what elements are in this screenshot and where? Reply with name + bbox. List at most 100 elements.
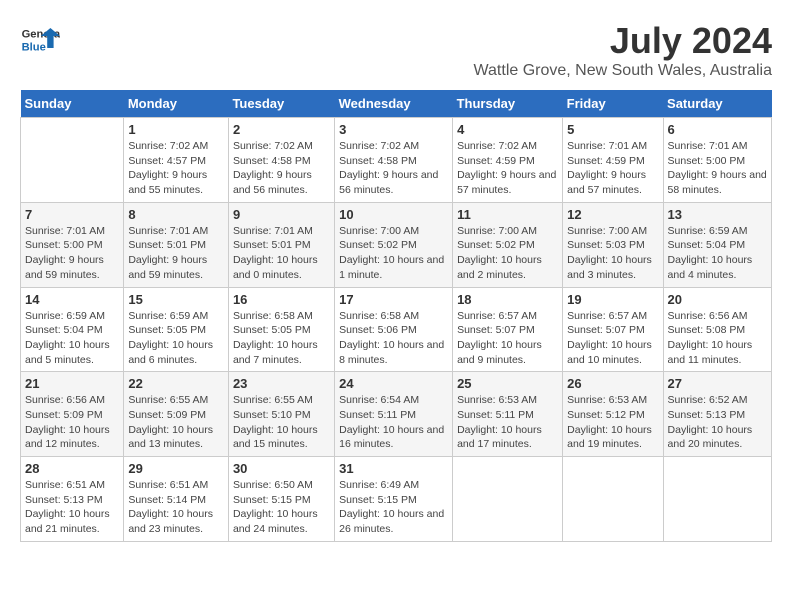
cell-info: Sunrise: 7:01 AMSunset: 4:59 PMDaylight:… [567, 139, 658, 198]
sunset: Sunset: 5:15 PM [339, 493, 448, 508]
day-number: 9 [233, 207, 330, 222]
daylight: Daylight: 10 hours and 5 minutes. [25, 338, 119, 367]
day-number: 3 [339, 122, 448, 137]
sunset: Sunset: 5:08 PM [668, 323, 767, 338]
header: General Blue July 2024 Wattle Grove, New… [20, 20, 772, 80]
header-sunday: Sunday [21, 90, 124, 118]
cell-info: Sunrise: 7:00 AMSunset: 5:02 PMDaylight:… [339, 224, 448, 283]
calendar-cell: 28Sunrise: 6:51 AMSunset: 5:13 PMDayligh… [21, 457, 124, 542]
daylight: Daylight: 9 hours and 55 minutes. [128, 168, 224, 197]
cell-info: Sunrise: 7:02 AMSunset: 4:59 PMDaylight:… [457, 139, 558, 198]
cell-info: Sunrise: 7:02 AMSunset: 4:58 PMDaylight:… [233, 139, 330, 198]
day-number: 23 [233, 376, 330, 391]
cell-info: Sunrise: 6:53 AMSunset: 5:11 PMDaylight:… [457, 393, 558, 452]
day-number: 24 [339, 376, 448, 391]
sunrise: Sunrise: 7:02 AM [128, 139, 224, 154]
sunrise: Sunrise: 7:00 AM [457, 224, 558, 239]
sunset: Sunset: 5:09 PM [25, 408, 119, 423]
sunset: Sunset: 5:07 PM [457, 323, 558, 338]
cell-info: Sunrise: 7:01 AMSunset: 5:00 PMDaylight:… [668, 139, 767, 198]
day-number: 5 [567, 122, 658, 137]
sunset: Sunset: 5:15 PM [233, 493, 330, 508]
daylight: Daylight: 10 hours and 10 minutes. [567, 338, 658, 367]
calendar-cell: 16Sunrise: 6:58 AMSunset: 5:05 PMDayligh… [228, 287, 334, 372]
day-number: 31 [339, 461, 448, 476]
daylight: Daylight: 10 hours and 26 minutes. [339, 507, 448, 536]
calendar-cell: 27Sunrise: 6:52 AMSunset: 5:13 PMDayligh… [663, 372, 771, 457]
cell-info: Sunrise: 6:59 AMSunset: 5:04 PMDaylight:… [668, 224, 767, 283]
cell-info: Sunrise: 6:57 AMSunset: 5:07 PMDaylight:… [567, 309, 658, 368]
cell-info: Sunrise: 7:01 AMSunset: 5:01 PMDaylight:… [128, 224, 224, 283]
calendar-cell [663, 457, 771, 542]
cell-info: Sunrise: 6:55 AMSunset: 5:10 PMDaylight:… [233, 393, 330, 452]
cell-info: Sunrise: 6:56 AMSunset: 5:09 PMDaylight:… [25, 393, 119, 452]
daylight: Daylight: 10 hours and 8 minutes. [339, 338, 448, 367]
daylight: Daylight: 10 hours and 19 minutes. [567, 423, 658, 452]
daylight: Daylight: 9 hours and 56 minutes. [233, 168, 330, 197]
cell-info: Sunrise: 6:51 AMSunset: 5:13 PMDaylight:… [25, 478, 119, 537]
daylight: Daylight: 9 hours and 59 minutes. [128, 253, 224, 282]
daylight: Daylight: 10 hours and 16 minutes. [339, 423, 448, 452]
sunrise: Sunrise: 6:51 AM [25, 478, 119, 493]
daylight: Daylight: 10 hours and 12 minutes. [25, 423, 119, 452]
calendar-body: 1Sunrise: 7:02 AMSunset: 4:57 PMDaylight… [21, 118, 772, 542]
day-number: 16 [233, 292, 330, 307]
daylight: Daylight: 9 hours and 56 minutes. [339, 168, 448, 197]
sunrise: Sunrise: 6:50 AM [233, 478, 330, 493]
sunset: Sunset: 4:58 PM [233, 154, 330, 169]
sunset: Sunset: 5:00 PM [668, 154, 767, 169]
cell-info: Sunrise: 6:59 AMSunset: 5:04 PMDaylight:… [25, 309, 119, 368]
day-number: 19 [567, 292, 658, 307]
day-number: 18 [457, 292, 558, 307]
day-number: 6 [668, 122, 767, 137]
sunset: Sunset: 5:11 PM [457, 408, 558, 423]
day-number: 29 [128, 461, 224, 476]
sunset: Sunset: 5:01 PM [128, 238, 224, 253]
calendar-cell: 20Sunrise: 6:56 AMSunset: 5:08 PMDayligh… [663, 287, 771, 372]
calendar-cell: 6 Sunrise: 7:01 AMSunset: 5:00 PMDaylight… [663, 118, 771, 203]
sunset: Sunset: 5:06 PM [339, 323, 448, 338]
header-thursday: Thursday [453, 90, 563, 118]
sunset: Sunset: 5:12 PM [567, 408, 658, 423]
calendar-cell: 11Sunrise: 7:00 AMSunset: 5:02 PMDayligh… [453, 202, 563, 287]
sunrise: Sunrise: 6:55 AM [128, 393, 224, 408]
sunset: Sunset: 5:14 PM [128, 493, 224, 508]
week-row-0: 1Sunrise: 7:02 AMSunset: 4:57 PMDaylight… [21, 118, 772, 203]
week-row-4: 28Sunrise: 6:51 AMSunset: 5:13 PMDayligh… [21, 457, 772, 542]
sunrise: Sunrise: 6:58 AM [233, 309, 330, 324]
sunset: Sunset: 5:02 PM [339, 238, 448, 253]
day-number: 15 [128, 292, 224, 307]
day-number: 27 [668, 376, 767, 391]
sunset: Sunset: 5:01 PM [233, 238, 330, 253]
day-number: 25 [457, 376, 558, 391]
calendar-cell: 30Sunrise: 6:50 AMSunset: 5:15 PMDayligh… [228, 457, 334, 542]
cell-info: Sunrise: 6:58 AMSunset: 5:06 PMDaylight:… [339, 309, 448, 368]
daylight: Daylight: 10 hours and 6 minutes. [128, 338, 224, 367]
cell-info: Sunrise: 6:50 AMSunset: 5:15 PMDaylight:… [233, 478, 330, 537]
day-number: 21 [25, 376, 119, 391]
day-number: 2 [233, 122, 330, 137]
sunrise: Sunrise: 6:57 AM [567, 309, 658, 324]
day-number: 17 [339, 292, 448, 307]
sunrise: Sunrise: 6:51 AM [128, 478, 224, 493]
sunrise: Sunrise: 6:54 AM [339, 393, 448, 408]
sunrise: Sunrise: 6:53 AM [567, 393, 658, 408]
day-number: 26 [567, 376, 658, 391]
day-number: 7 [25, 207, 119, 222]
sunset: Sunset: 5:00 PM [25, 238, 119, 253]
sunset: Sunset: 5:03 PM [567, 238, 658, 253]
sunrise: Sunrise: 7:01 AM [668, 139, 767, 154]
calendar-cell: 8Sunrise: 7:01 AMSunset: 5:01 PMDaylight… [124, 202, 229, 287]
sunset: Sunset: 4:58 PM [339, 154, 448, 169]
header-row: SundayMondayTuesdayWednesdayThursdayFrid… [21, 90, 772, 118]
week-row-3: 21 Sunrise: 6:56 AMSunset: 5:09 PMDayligh… [21, 372, 772, 457]
cell-info: Sunrise: 6:55 AMSunset: 5:09 PMDaylight:… [128, 393, 224, 452]
calendar-cell: 24Sunrise: 6:54 AMSunset: 5:11 PMDayligh… [335, 372, 453, 457]
sunset: Sunset: 5:07 PM [567, 323, 658, 338]
daylight: Daylight: 10 hours and 13 minutes. [128, 423, 224, 452]
sunrise: Sunrise: 7:01 AM [233, 224, 330, 239]
sunset: Sunset: 5:13 PM [668, 408, 767, 423]
calendar-cell: 13Sunrise: 6:59 AMSunset: 5:04 PMDayligh… [663, 202, 771, 287]
sunrise: Sunrise: 6:56 AM [668, 309, 767, 324]
header-tuesday: Tuesday [228, 90, 334, 118]
